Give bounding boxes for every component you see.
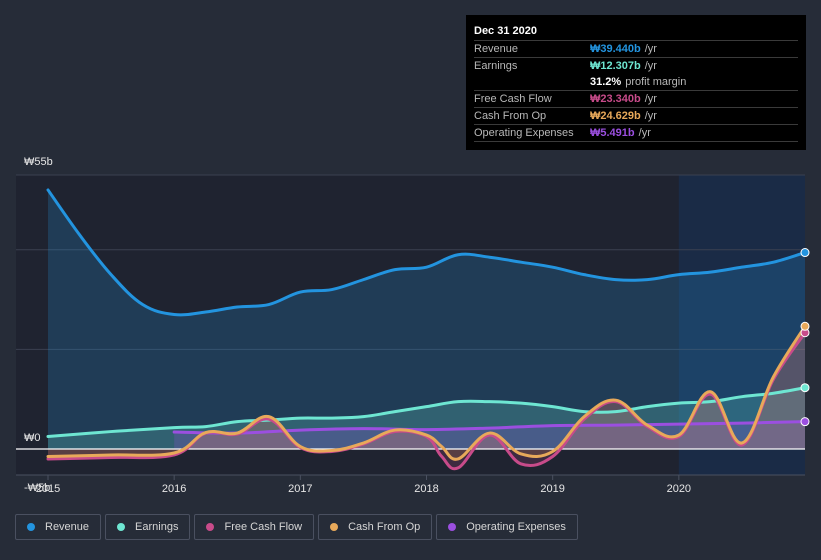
cash-from-op-endpoint — [800, 321, 810, 331]
legend-label: Earnings — [135, 521, 179, 533]
tooltip: Dec 31 2020 Revenue ₩39.440b /yr Earning… — [466, 15, 806, 150]
legend-dot-icon — [117, 523, 126, 531]
tooltip-value: 31.2% — [590, 76, 622, 88]
tooltip-value: ₩23.340b — [590, 93, 641, 105]
legend-dot-icon — [330, 523, 339, 531]
legend: Revenue Earnings Free Cash Flow Cash Fro… — [15, 514, 578, 540]
y-tick-label: ₩0 — [24, 432, 41, 444]
x-tick-label: 2019 — [540, 483, 564, 495]
tooltip-label: Earnings — [474, 60, 518, 72]
legend-item-cash-from-op[interactable]: Cash From Op — [318, 514, 433, 540]
tooltip-label: Free Cash Flow — [474, 93, 552, 105]
legend-dot-icon — [448, 523, 457, 531]
y-tick-label: ₩55b — [24, 156, 53, 168]
legend-label: Operating Expenses — [466, 521, 566, 533]
x-tick-label: 2017 — [288, 483, 312, 495]
legend-item-revenue[interactable]: Revenue — [15, 514, 102, 540]
legend-item-free-cash-flow[interactable]: Free Cash Flow — [194, 514, 315, 540]
legend-label: Revenue — [45, 521, 90, 533]
tooltip-unit: /yr — [638, 127, 651, 139]
tooltip-row-earnings: Earnings ₩12.307b /yr — [474, 58, 798, 74]
tooltip-label: Operating Expenses — [474, 127, 574, 139]
tooltip-label: Revenue — [474, 43, 519, 55]
tooltip-value: ₩5.491b — [590, 127, 635, 139]
tooltip-date: Dec 31 2020 — [474, 23, 798, 41]
legend-dot-icon — [27, 523, 35, 531]
tooltip-label: Cash From Op — [474, 110, 547, 122]
legend-label: Free Cash Flow — [224, 521, 303, 533]
x-tick-label: 2020 — [667, 483, 691, 495]
legend-item-earnings[interactable]: Earnings — [105, 514, 191, 540]
legend-item-operating-expenses[interactable]: Operating Expenses — [436, 514, 578, 540]
earnings-endpoint — [800, 383, 810, 393]
tooltip-unit: /yr — [644, 60, 657, 72]
tooltip-row-profit-margin: 31.2% profit margin — [474, 74, 798, 91]
tooltip-row-free-cash-flow: Free Cash Flow ₩23.340b /yr — [474, 91, 798, 108]
tooltip-row-cash-from-op: Cash From Op ₩24.629b /yr — [474, 108, 798, 125]
operating-expenses-endpoint — [800, 417, 810, 427]
tooltip-unit: /yr — [644, 110, 657, 122]
legend-label: Cash From Op — [348, 521, 421, 533]
tooltip-row-revenue: Revenue ₩39.440b /yr — [474, 41, 798, 58]
x-axis: 2015 2016 2017 2018 2019 2020 — [16, 474, 805, 495]
tooltip-unit: /yr — [644, 93, 657, 105]
tooltip-value: ₩39.440b — [590, 43, 641, 55]
revenue-endpoint — [800, 248, 810, 258]
tooltip-value: ₩12.307b — [590, 60, 641, 72]
tooltip-unit: /yr — [644, 43, 657, 55]
tooltip-row-operating-expenses: Operating Expenses ₩5.491b /yr — [474, 125, 798, 142]
legend-dot-icon — [206, 523, 215, 531]
tooltip-value: ₩24.629b — [590, 110, 641, 122]
x-tick-label: 2015 — [36, 483, 60, 495]
tooltip-unit: profit margin — [625, 76, 687, 88]
x-tick-label: 2016 — [162, 483, 186, 495]
tooltip-label — [474, 74, 590, 90]
x-tick-label: 2018 — [414, 483, 438, 495]
